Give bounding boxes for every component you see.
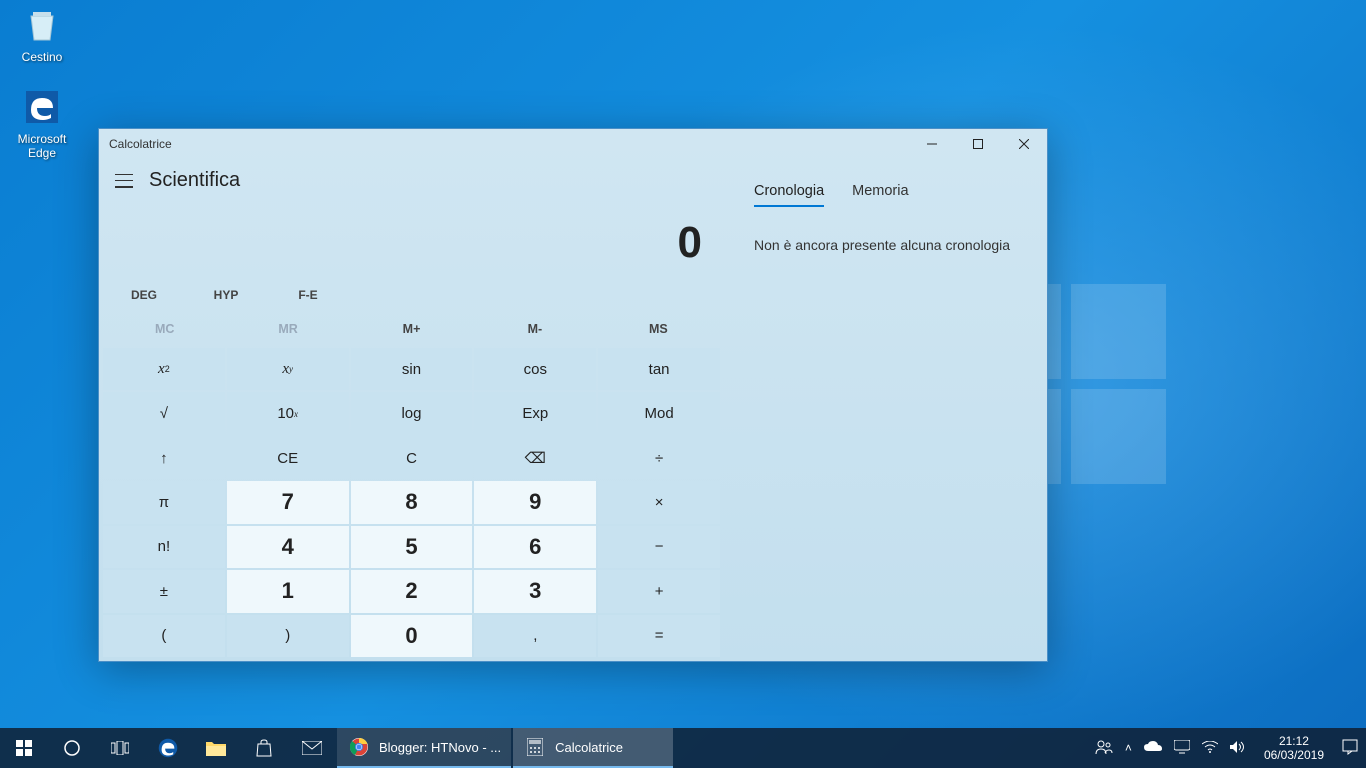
taskbar-explorer-button[interactable] bbox=[192, 728, 240, 768]
key-4[interactable]: 4 bbox=[227, 526, 349, 568]
wifi-icon[interactable] bbox=[1202, 741, 1218, 756]
key-add[interactable]: + bbox=[598, 570, 720, 612]
taskbar-date: 06/03/2019 bbox=[1264, 748, 1324, 762]
desktop-icon-edge[interactable]: Microsoft Edge bbox=[4, 86, 80, 160]
window-title: Calcolatrice bbox=[109, 137, 909, 151]
desktop-icon-label: Microsoft Edge bbox=[4, 132, 80, 160]
taskbar-clock[interactable]: 21:12 06/03/2019 bbox=[1258, 734, 1330, 763]
key-multiply[interactable]: × bbox=[598, 481, 720, 523]
key-tan[interactable]: tan bbox=[598, 348, 720, 390]
hamburger-menu-icon[interactable] bbox=[115, 174, 133, 188]
task-view-icon bbox=[111, 741, 129, 755]
key-2[interactable]: 2 bbox=[351, 570, 473, 612]
memory-clear-button[interactable]: MC bbox=[103, 314, 226, 344]
onedrive-icon[interactable] bbox=[1144, 741, 1162, 756]
key-subtract[interactable]: − bbox=[598, 526, 720, 568]
calculator-window: Calcolatrice Scientifica 0 DEG HYP F-E M… bbox=[98, 128, 1048, 662]
key-log[interactable]: log bbox=[351, 392, 473, 434]
folder-icon bbox=[206, 740, 226, 756]
recycle-bin-icon bbox=[21, 4, 63, 46]
taskbar: Blogger: HTNovo - ... Calcolatrice ˄ 21:… bbox=[0, 728, 1366, 768]
key-x-power-y[interactable]: xy bbox=[227, 348, 349, 390]
taskbar-store-button[interactable] bbox=[240, 728, 288, 768]
people-icon[interactable] bbox=[1095, 739, 1113, 758]
start-button[interactable] bbox=[0, 728, 48, 768]
memory-recall-button[interactable]: MR bbox=[226, 314, 349, 344]
taskbar-app-chrome[interactable]: Blogger: HTNovo - ... bbox=[337, 728, 511, 768]
key-right-paren[interactable]: ) bbox=[227, 615, 349, 657]
tab-history[interactable]: Cronologia bbox=[754, 183, 824, 207]
key-decimal[interactable]: , bbox=[474, 615, 596, 657]
key-sqrt[interactable]: √ bbox=[103, 392, 225, 434]
input-icon[interactable] bbox=[1174, 740, 1190, 757]
mail-icon bbox=[302, 741, 322, 755]
key-8[interactable]: 8 bbox=[351, 481, 473, 523]
key-backspace[interactable]: ⌫ bbox=[474, 437, 596, 479]
edge-icon bbox=[21, 86, 63, 128]
tab-memory[interactable]: Memoria bbox=[852, 183, 908, 207]
edge-icon bbox=[157, 737, 179, 759]
key-sin[interactable]: sin bbox=[351, 348, 473, 390]
key-exp[interactable]: Exp bbox=[474, 392, 596, 434]
memory-plus-button[interactable]: M+ bbox=[350, 314, 473, 344]
key-x-squared[interactable]: x2 bbox=[103, 348, 225, 390]
hyp-toggle[interactable]: HYP bbox=[185, 282, 267, 308]
key-mod[interactable]: Mod bbox=[598, 392, 720, 434]
key-9[interactable]: 9 bbox=[474, 481, 596, 523]
key-ten-power-x[interactable]: 10x bbox=[227, 392, 349, 434]
key-cos[interactable]: cos bbox=[474, 348, 596, 390]
key-7[interactable]: 7 bbox=[227, 481, 349, 523]
key-equals[interactable]: = bbox=[598, 615, 720, 657]
store-icon bbox=[255, 739, 273, 757]
cortana-icon bbox=[63, 739, 81, 757]
key-divide[interactable]: ÷ bbox=[598, 437, 720, 479]
history-empty-message: Non è ancora presente alcuna cronologia bbox=[742, 217, 1029, 273]
key-clear-entry[interactable]: CE bbox=[227, 437, 349, 479]
taskbar-app-calculator[interactable]: Calcolatrice bbox=[513, 728, 673, 768]
fe-toggle[interactable]: F-E bbox=[267, 282, 349, 308]
key-factorial[interactable]: n! bbox=[103, 526, 225, 568]
calculator-display: 0 bbox=[103, 200, 720, 282]
deg-toggle[interactable]: DEG bbox=[103, 282, 185, 308]
chrome-icon bbox=[347, 735, 371, 759]
keypad: x2 xy sin cos tan √ 10x log Exp Mod ↑ CE… bbox=[103, 348, 720, 657]
desktop-icon-recycle-bin[interactable]: Cestino bbox=[4, 4, 80, 64]
calculator-mode: Scientifica bbox=[149, 169, 240, 192]
key-plus-minus[interactable]: ± bbox=[103, 570, 225, 612]
key-6[interactable]: 6 bbox=[474, 526, 596, 568]
notifications-icon[interactable] bbox=[1342, 739, 1358, 758]
maximize-button[interactable] bbox=[955, 129, 1001, 159]
titlebar[interactable]: Calcolatrice bbox=[99, 129, 1047, 159]
task-view-button[interactable] bbox=[96, 728, 144, 768]
desktop-icon-label: Cestino bbox=[4, 50, 80, 64]
taskbar-app-label: Blogger: HTNovo - ... bbox=[379, 740, 501, 755]
key-5[interactable]: 5 bbox=[351, 526, 473, 568]
memory-minus-button[interactable]: M- bbox=[473, 314, 596, 344]
taskbar-mail-button[interactable] bbox=[288, 728, 336, 768]
window-controls bbox=[909, 129, 1047, 159]
key-1[interactable]: 1 bbox=[227, 570, 349, 612]
close-button[interactable] bbox=[1001, 129, 1047, 159]
volume-icon[interactable] bbox=[1230, 740, 1246, 757]
tray-expand-icon[interactable]: ˄ bbox=[1125, 741, 1132, 755]
key-3[interactable]: 3 bbox=[474, 570, 596, 612]
cortana-button[interactable] bbox=[48, 728, 96, 768]
taskbar-app-label: Calcolatrice bbox=[555, 740, 623, 755]
windows-icon bbox=[16, 740, 32, 756]
minimize-button[interactable] bbox=[909, 129, 955, 159]
key-clear[interactable]: C bbox=[351, 437, 473, 479]
key-0[interactable]: 0 bbox=[351, 615, 473, 657]
system-tray: ˄ 21:12 06/03/2019 bbox=[1087, 728, 1366, 768]
key-pi[interactable]: π bbox=[103, 481, 225, 523]
taskbar-time: 21:12 bbox=[1264, 734, 1324, 748]
key-left-paren[interactable]: ( bbox=[103, 615, 225, 657]
memory-store-button[interactable]: MS bbox=[597, 314, 720, 344]
calculator-icon bbox=[523, 735, 547, 759]
taskbar-edge-button[interactable] bbox=[144, 728, 192, 768]
key-shift[interactable]: ↑ bbox=[103, 437, 225, 479]
